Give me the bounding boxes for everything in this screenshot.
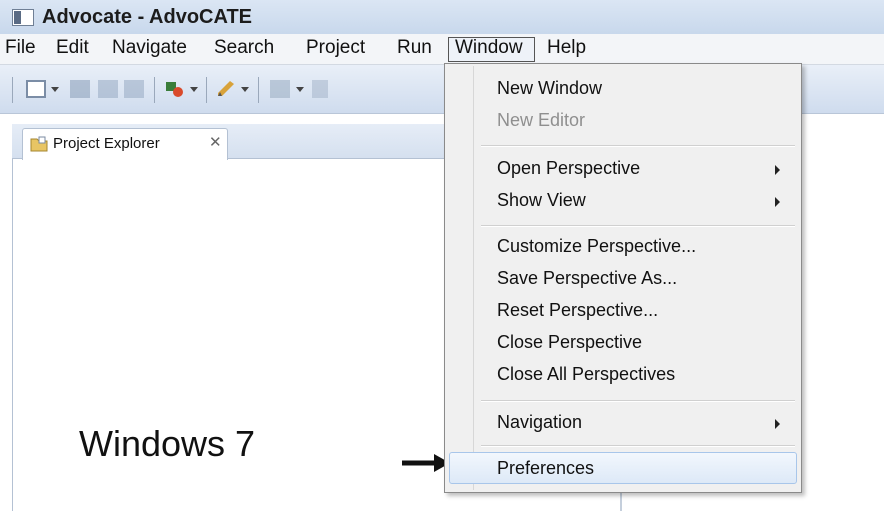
save-icon[interactable] bbox=[70, 80, 90, 98]
toolbar-separator bbox=[154, 77, 155, 103]
chevron-down-icon[interactable] bbox=[296, 87, 304, 92]
menu-item-reset-perspective[interactable]: Reset Perspective... bbox=[497, 300, 658, 321]
menu-item-save-perspective-as[interactable]: Save Perspective As... bbox=[497, 268, 677, 289]
submenu-arrow-icon bbox=[775, 419, 780, 429]
menu-item-preferences[interactable]: Preferences bbox=[497, 458, 594, 479]
os-label: Windows 7 bbox=[79, 423, 256, 464]
new-file-icon[interactable] bbox=[26, 80, 46, 98]
window-title: Advocate - AdvoCATE bbox=[42, 6, 253, 28]
menu-separator bbox=[481, 225, 795, 227]
save-all-icon[interactable] bbox=[98, 80, 118, 98]
menu-file[interactable]: File bbox=[5, 37, 36, 59]
toolbar-separator bbox=[258, 77, 259, 103]
pencil-icon[interactable] bbox=[216, 80, 236, 98]
print-icon[interactable] bbox=[124, 80, 144, 98]
submenu-arrow-icon bbox=[775, 197, 780, 207]
menu-item-open-perspective[interactable]: Open Perspective bbox=[497, 158, 640, 179]
menu-window[interactable]: Window bbox=[455, 37, 523, 59]
run-icon[interactable] bbox=[164, 80, 184, 98]
menu-navigate[interactable]: Navigate bbox=[112, 37, 187, 59]
menu-help[interactable]: Help bbox=[547, 37, 586, 59]
menu-item-customize-perspective[interactable]: Customize Perspective... bbox=[497, 236, 696, 257]
menu-gutter bbox=[473, 66, 474, 490]
window-menu-dropdown: New Window New Editor Open Perspective S… bbox=[444, 63, 802, 493]
view-left-border bbox=[12, 158, 13, 511]
menu-item-show-view[interactable]: Show View bbox=[497, 190, 586, 211]
navigate-icon[interactable] bbox=[270, 80, 290, 98]
folder-icon bbox=[30, 136, 48, 152]
menu-project[interactable]: Project bbox=[306, 37, 365, 59]
menu-item-close-all-perspectives[interactable]: Close All Perspectives bbox=[497, 364, 675, 385]
menu-item-close-perspective[interactable]: Close Perspective bbox=[497, 332, 642, 353]
chevron-down-icon[interactable] bbox=[51, 87, 59, 92]
menu-item-new-window[interactable]: New Window bbox=[497, 78, 602, 99]
menu-run[interactable]: Run bbox=[397, 37, 432, 59]
menu-edit[interactable]: Edit bbox=[56, 37, 89, 59]
tab-label: Project Explorer bbox=[53, 135, 160, 152]
menu-item-navigation[interactable]: Navigation bbox=[497, 412, 582, 433]
chevron-down-icon[interactable] bbox=[241, 87, 249, 92]
chevron-down-icon[interactable] bbox=[190, 87, 198, 92]
close-icon[interactable]: ✕ bbox=[209, 133, 222, 151]
menu-separator bbox=[481, 445, 795, 447]
tab-project-explorer[interactable]: Project Explorer ✕ bbox=[22, 128, 228, 160]
app-icon bbox=[12, 9, 34, 26]
menu-separator bbox=[481, 400, 795, 402]
submenu-arrow-icon bbox=[775, 165, 780, 175]
toolbar-separator bbox=[12, 77, 13, 103]
menu-search[interactable]: Search bbox=[214, 37, 274, 59]
menu-separator bbox=[481, 145, 795, 147]
menu-item-new-editor: New Editor bbox=[497, 110, 586, 130]
toolbar-separator bbox=[206, 77, 207, 103]
search-icon[interactable] bbox=[312, 80, 328, 98]
title-bar: Advocate - AdvoCATE bbox=[0, 0, 884, 34]
